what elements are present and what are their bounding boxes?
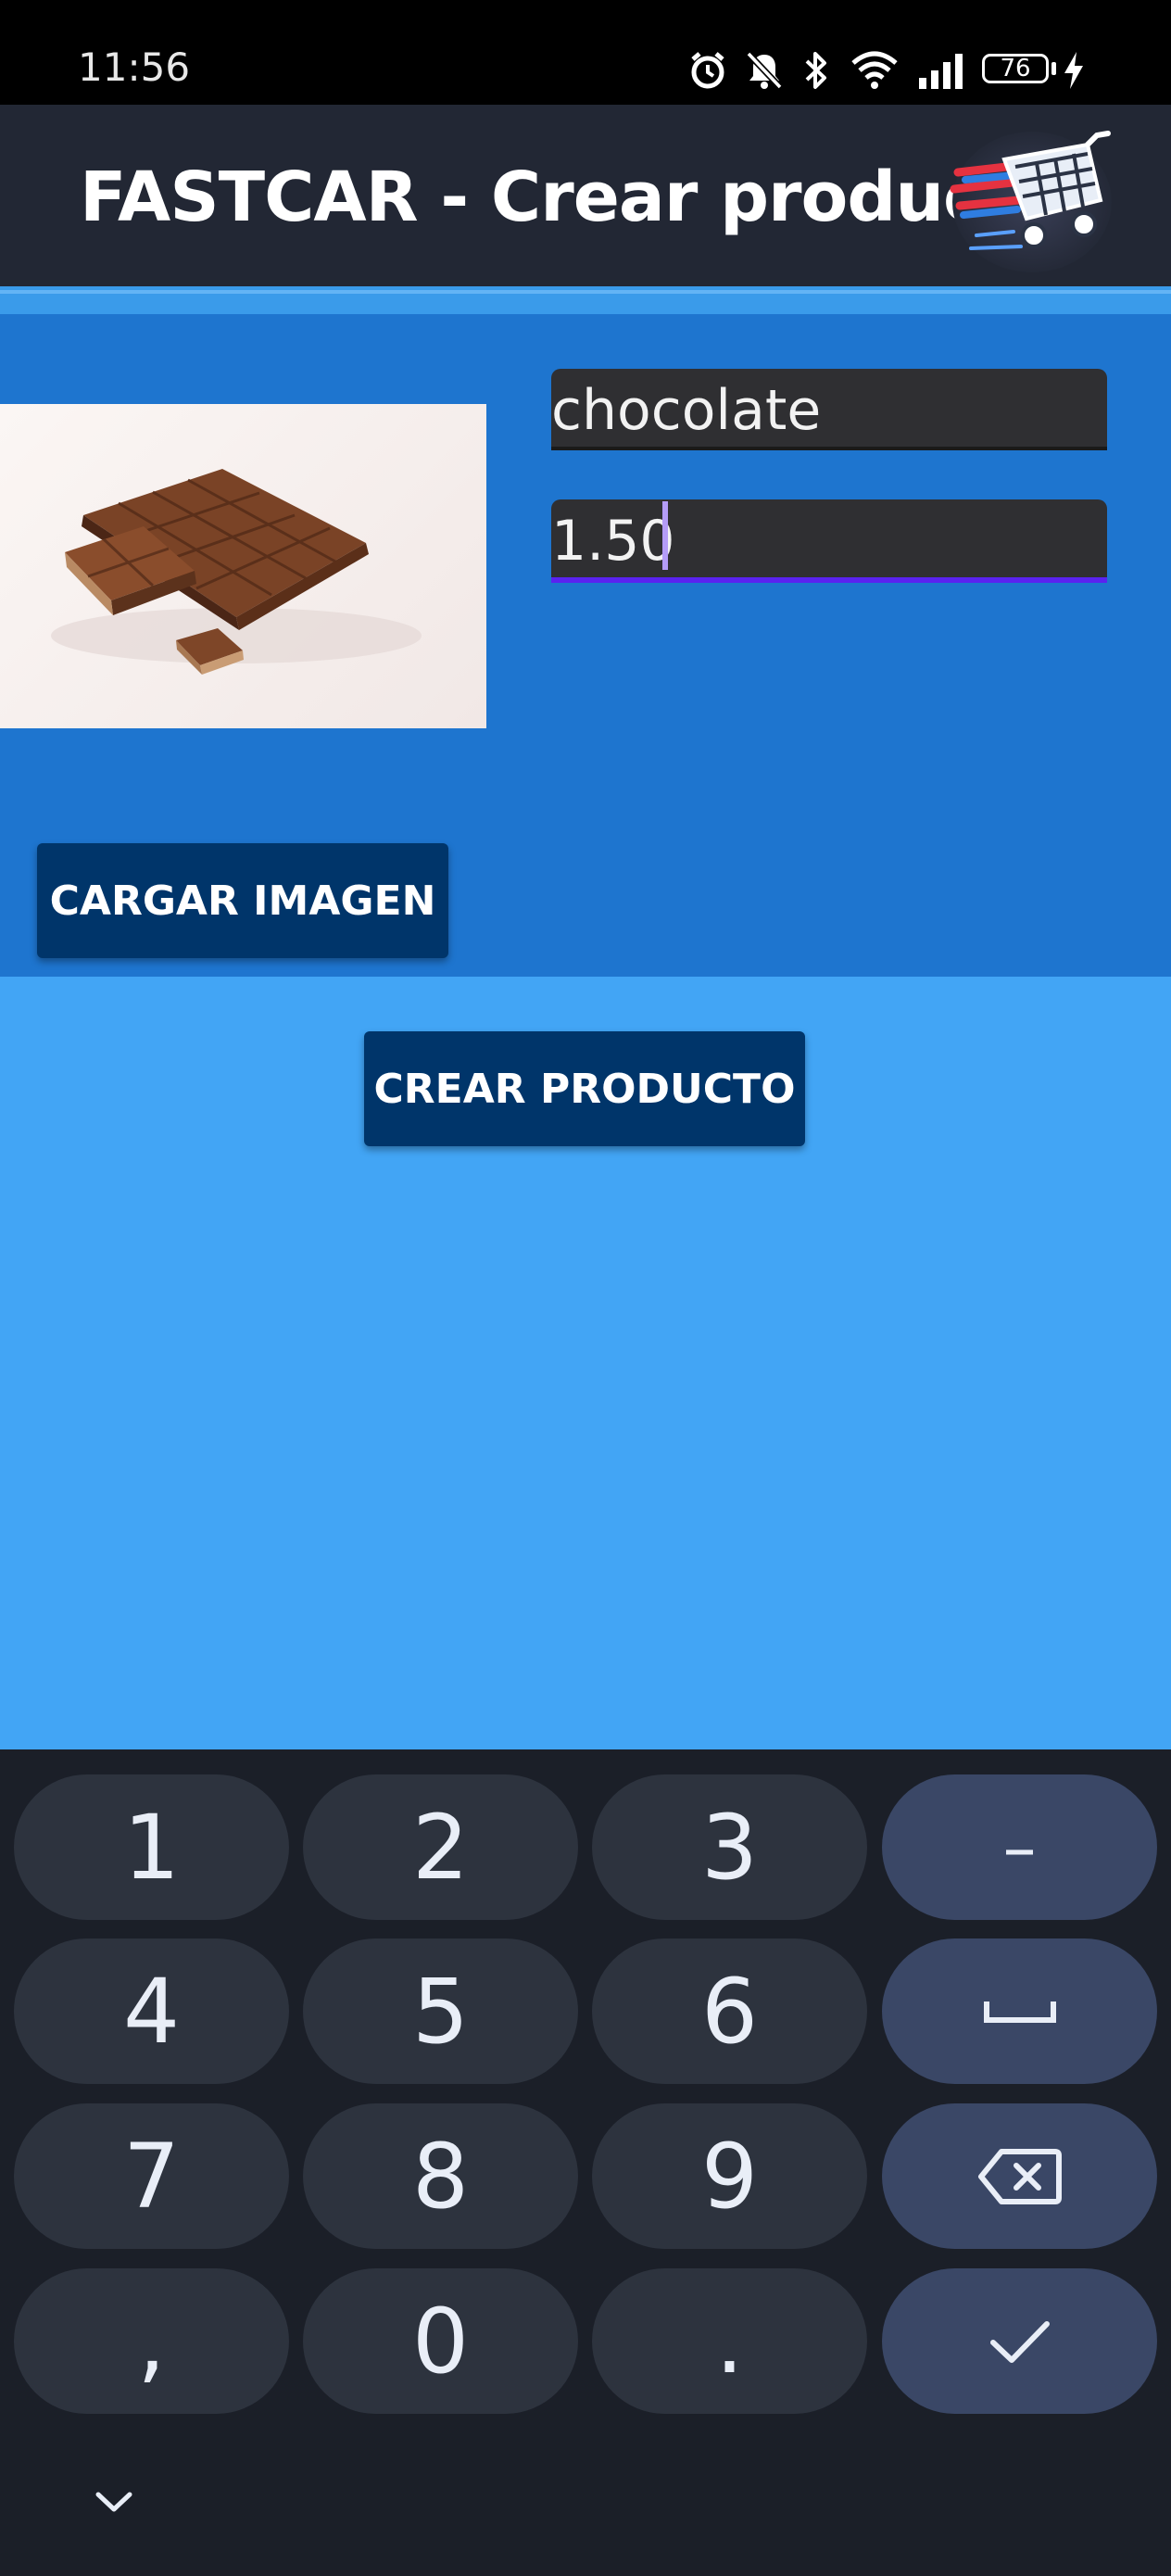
product-name-value: chocolate [551,378,822,443]
key-7[interactable]: 7 [14,2103,289,2249]
backspace-icon [977,2148,1062,2204]
header-divider-line [0,290,1171,294]
key-5[interactable]: 5 [303,1938,578,2084]
battery-level: 76 [1000,55,1031,82]
alarm-icon [691,52,724,89]
battery-tip [1051,62,1056,75]
product-image [0,404,486,728]
space-icon [983,2001,1056,2023]
chocolate-bar-image [51,469,422,675]
numeric-keyboard: 1 2 3 – 4 5 6 7 8 9 , 0 . [0,1749,1171,2576]
check-icon [989,2320,1050,2363]
signal-icon [919,54,963,89]
create-product-button[interactable]: CREAR PRODUCTO [364,1031,805,1146]
key-8[interactable]: 8 [303,2103,578,2249]
key-0[interactable]: 0 [303,2268,578,2414]
key-minus[interactable]: – [882,1774,1157,1920]
key-comma[interactable]: , [14,2268,289,2414]
product-price-input[interactable]: 1.50 [551,499,1107,583]
product-price-value: 1.50 [551,509,675,574]
charging-icon [1064,52,1083,89]
notifications-muted-icon [746,51,783,90]
key-9[interactable]: 9 [592,2103,867,2249]
page-title: FASTCAR - Crear producto [80,158,1062,237]
key-1[interactable]: 1 [14,1774,289,1920]
key-done[interactable] [882,2268,1157,2414]
key-2[interactable]: 2 [303,1774,578,1920]
key-period[interactable]: . [592,2268,867,2414]
status-clock: 11:56 [78,44,191,90]
wifi-icon [851,51,898,89]
bluetooth-icon [805,52,826,89]
text-cursor [662,501,668,570]
key-3[interactable]: 3 [592,1774,867,1920]
product-name-input[interactable]: chocolate [551,369,1107,450]
key-backspace[interactable] [882,2103,1157,2249]
shopping-cart-logo [950,131,1112,272]
battery-icon: 76 [982,54,1049,83]
key-space[interactable] [882,1938,1157,2084]
key-4[interactable]: 4 [14,1938,289,2084]
load-image-button[interactable]: CARGAR IMAGEN [37,843,448,958]
key-6[interactable]: 6 [592,1938,867,2084]
chevron-down-icon[interactable] [91,2483,137,2520]
